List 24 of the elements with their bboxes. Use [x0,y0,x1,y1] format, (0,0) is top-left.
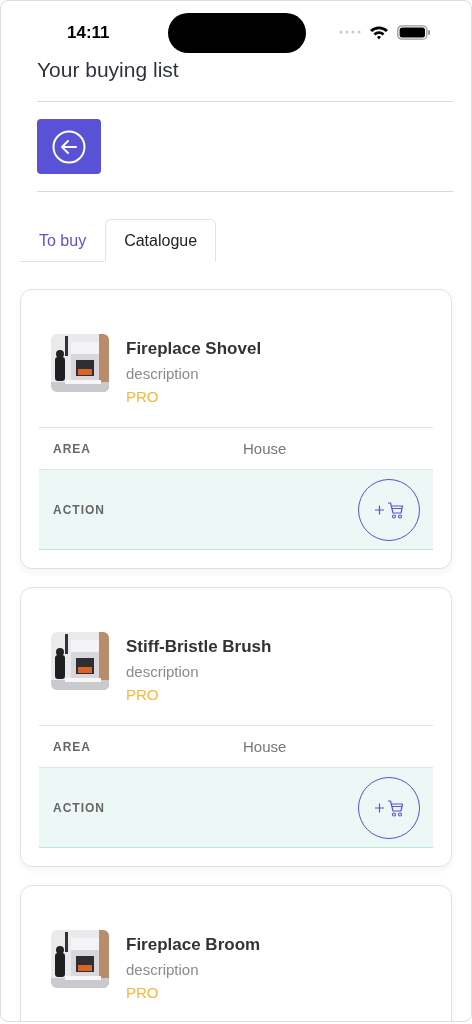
tab[interactable]: Catalogue [105,219,217,262]
row-label: AREA [53,441,92,456]
plus-cart-icon [374,797,404,818]
signal-icon [339,30,361,34]
back-button[interactable] [37,119,101,174]
item-name: Stiff-Bristle Brush [126,637,272,657]
area-value: House [243,738,287,755]
battery-icon [397,24,431,40]
tier-label: PRO [126,388,160,405]
item-name: Fireplace Shovel [126,339,262,359]
area-value: House [243,440,287,457]
item-description: description [126,663,200,680]
status-time: 14:11 [67,23,110,43]
page-title: Your buying list [37,57,180,83]
item-description: description [126,961,200,978]
tier-label: PRO [126,686,160,703]
row-label: ACTION [53,800,106,815]
row-label: ACTION [53,502,106,517]
item-name: Fireplace Broom [126,935,261,955]
row-label: AREA [53,739,92,754]
plus-cart-icon [374,499,404,520]
tier-label: PRO [126,984,160,1001]
item-description: description [126,365,200,382]
wifi-icon [369,24,389,40]
